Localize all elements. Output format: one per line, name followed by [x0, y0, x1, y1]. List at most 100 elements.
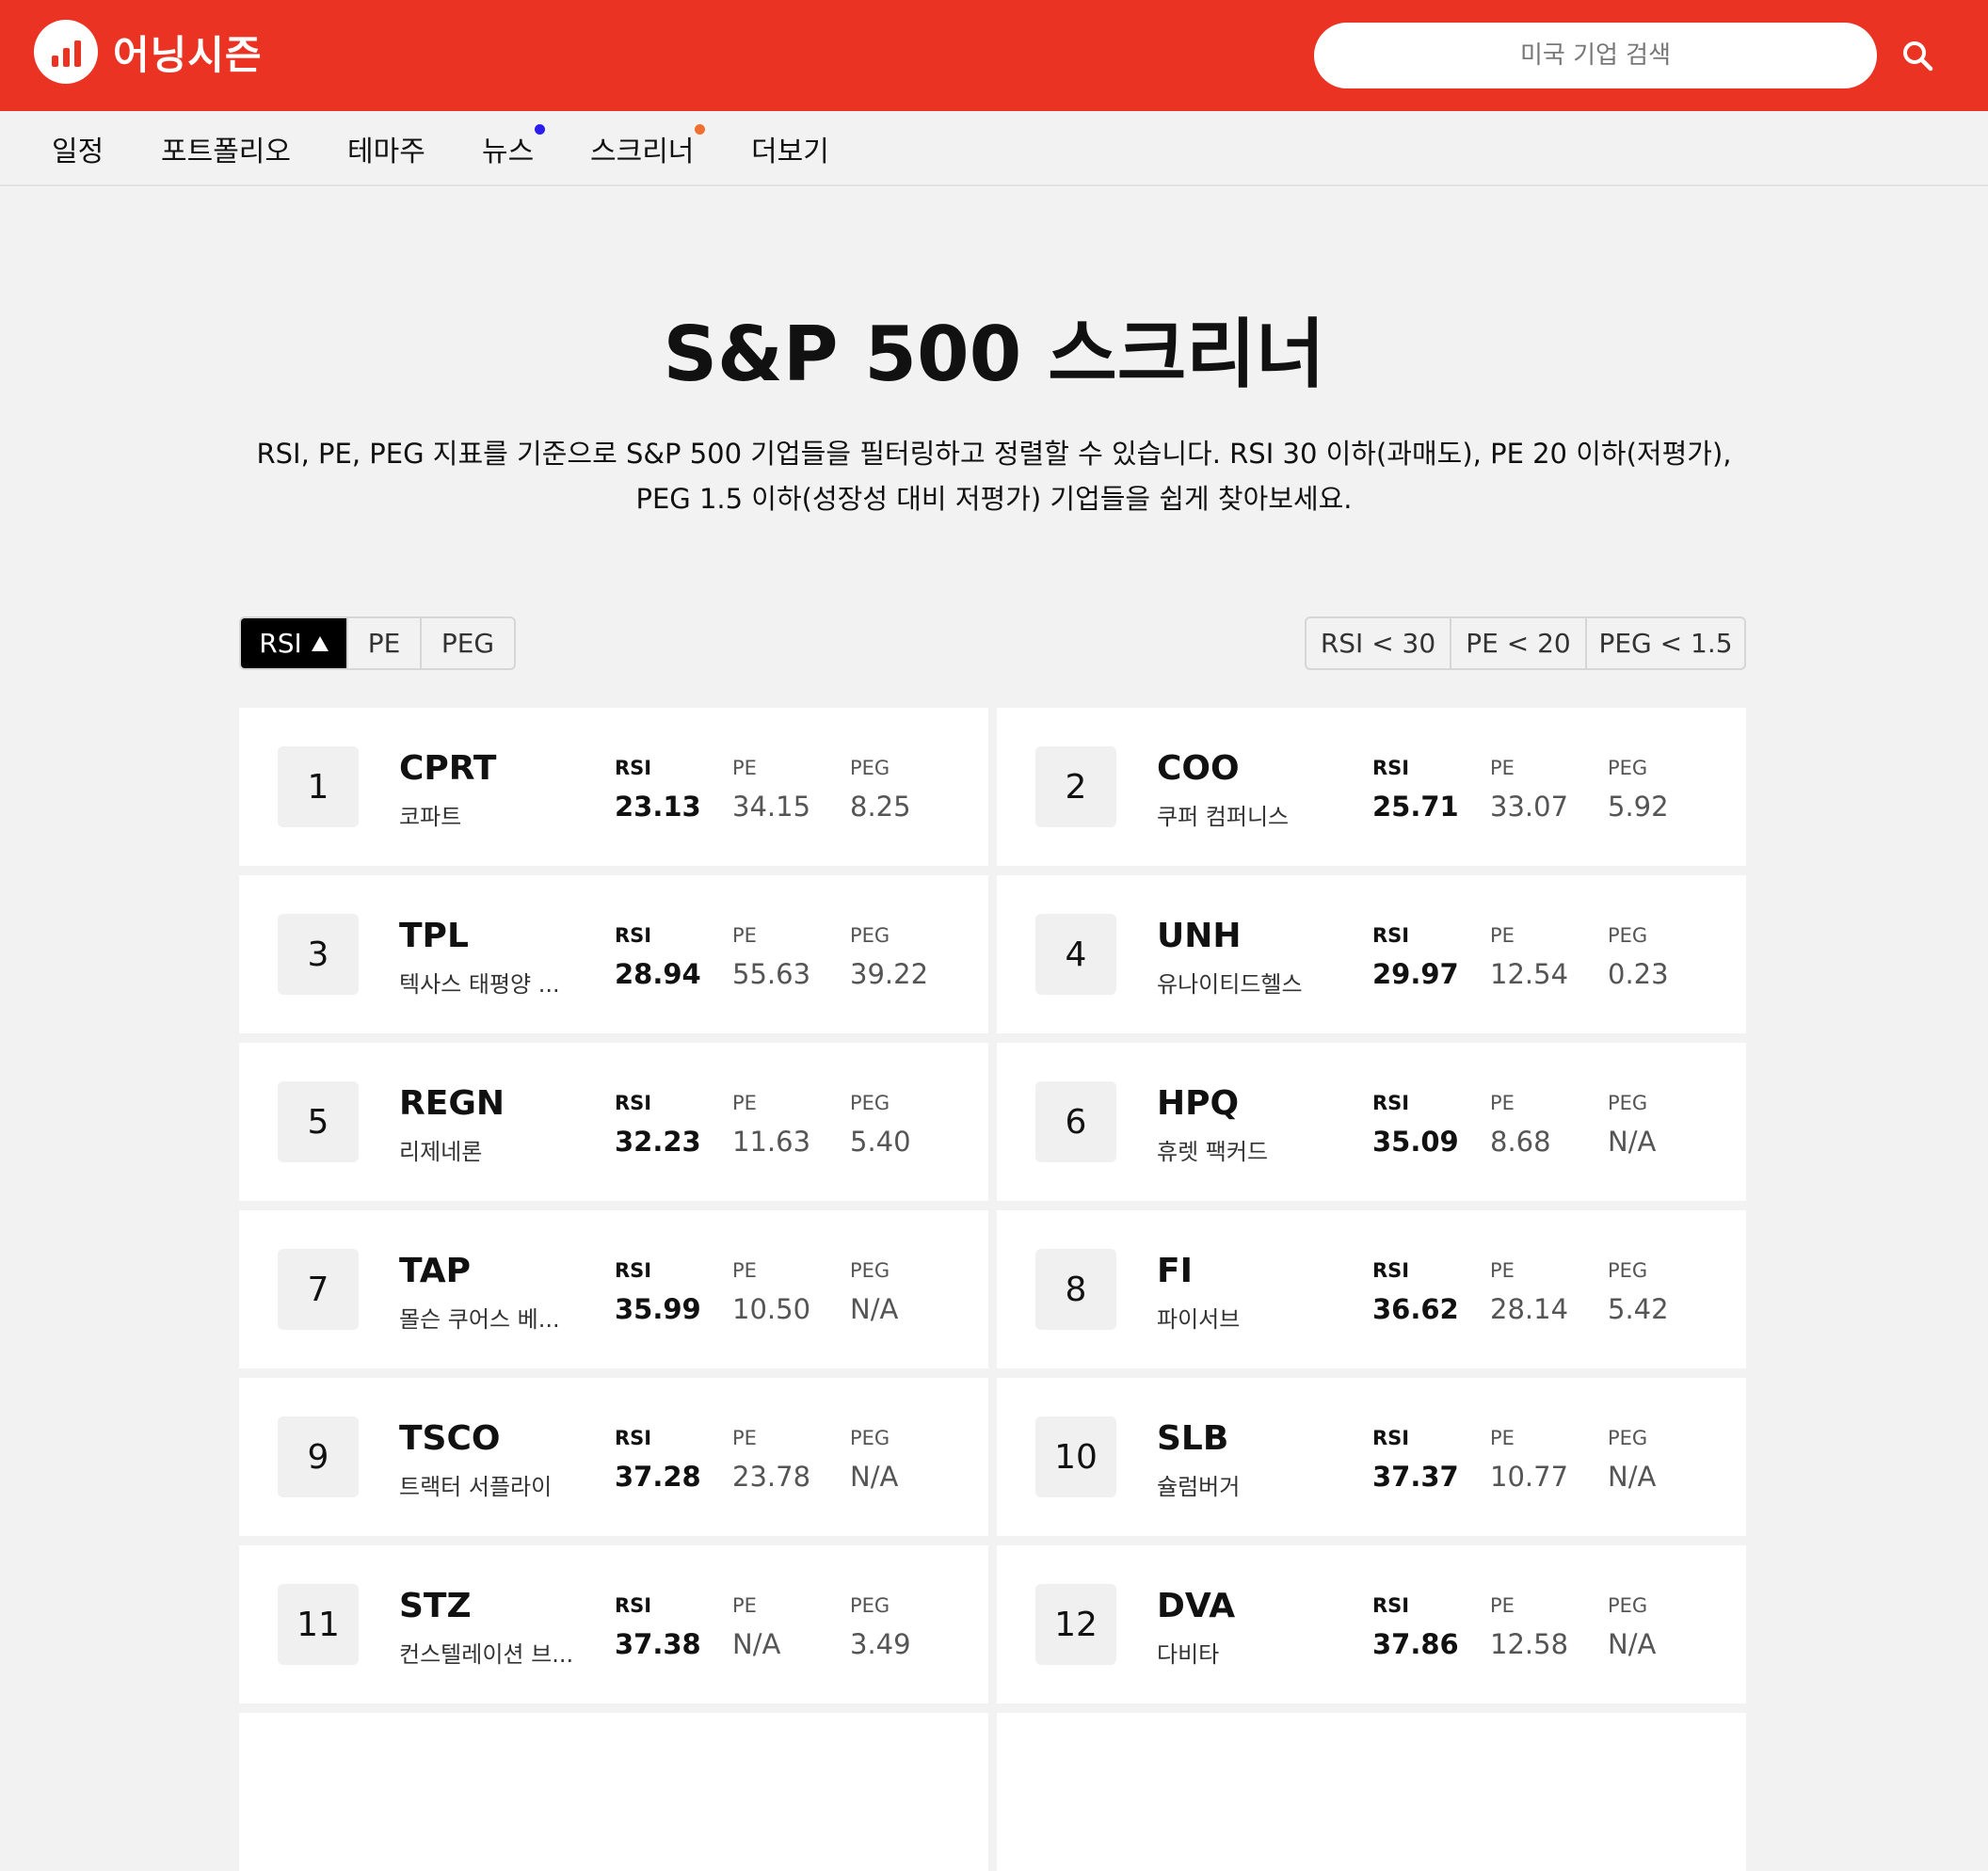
logo-chart-icon — [34, 20, 98, 84]
logo[interactable]: 어닝시즌 — [34, 19, 263, 85]
peg-label: PEG — [850, 1594, 890, 1617]
stock-ticker: UNH — [1157, 917, 1242, 955]
sort-pe-button[interactable]: PE — [348, 618, 422, 668]
header-bar: 어닝시즌 — [0, 0, 1988, 111]
rank-badge: 7 — [278, 1249, 359, 1330]
search-button[interactable] — [1896, 34, 1939, 77]
company-name: 텍사스 태평양 ... — [399, 971, 560, 998]
pe-label: PE — [1490, 1259, 1515, 1282]
stock-card[interactable]: 8 FI 파이서브 RSI 36.62 PE 28.14 PEG 5.42 — [997, 1210, 1746, 1368]
peg-label: PEG — [850, 1259, 890, 1282]
stock-card[interactable]: 2 COO 쿠퍼 컴퍼니스 RSI 25.71 PE 33.07 PEG 5.92 — [997, 708, 1746, 866]
stock-ticker: TAP — [399, 1252, 472, 1290]
stock-card[interactable]: 10 SLB 슐럼버거 RSI 37.37 PE 10.77 PEG N/A — [997, 1378, 1746, 1536]
sort-label: RSI — [259, 628, 302, 659]
main-nav: 일정 포트폴리오 테마주 뉴스 스크리너 더보기 — [0, 111, 1988, 186]
peg-label: PEG — [850, 757, 890, 779]
peg-value: N/A — [1608, 1461, 1657, 1493]
filter-peg-button[interactable]: PEG < 1.5 — [1587, 618, 1744, 668]
peg-label: PEG — [1608, 1427, 1648, 1449]
nav-item-news[interactable]: 뉴스 — [482, 124, 546, 169]
rsi-value: 37.28 — [615, 1461, 701, 1493]
sort-rsi-button[interactable]: RSI — [241, 618, 348, 668]
nav-item-more[interactable]: 더보기 — [751, 128, 829, 169]
rank-badge: 9 — [278, 1416, 359, 1497]
company-name: 유나이티드헬스 — [1157, 971, 1303, 998]
filter-control: RSI < 30 PE < 20 PEG < 1.5 — [1305, 616, 1746, 670]
peg-label: PEG — [1608, 1092, 1648, 1114]
stock-card[interactable]: 1 CPRT 코파트 RSI 23.13 PE 34.15 PEG 8.25 — [239, 708, 988, 866]
rsi-value: 35.09 — [1372, 1126, 1459, 1158]
pe-label: PE — [732, 1259, 757, 1282]
filter-pe-button[interactable]: PE < 20 — [1451, 618, 1587, 668]
stock-card[interactable]: 6 HPQ 휴렛 팩커드 RSI 35.09 PE 8.68 PEG N/A — [997, 1043, 1746, 1201]
filter-label: PEG < 1.5 — [1598, 628, 1733, 659]
rsi-value: 35.99 — [615, 1293, 701, 1325]
nav-item-theme[interactable]: 테마주 — [347, 128, 425, 169]
stock-card[interactable]: 12 DVA 다비타 RSI 37.86 PE 12.58 PEG N/A — [997, 1545, 1746, 1703]
stock-card[interactable]: 9 TSCO 트랙터 서플라이 RSI 37.28 PE 23.78 PEG N/A — [239, 1378, 988, 1536]
rank-badge: 1 — [278, 746, 359, 827]
pe-label: PE — [1490, 757, 1515, 779]
pe-label: PE — [732, 924, 757, 947]
peg-value: 3.49 — [850, 1628, 911, 1660]
pe-value: 23.78 — [732, 1461, 811, 1493]
peg-value: 0.23 — [1608, 958, 1669, 990]
filter-label: PE < 20 — [1466, 628, 1571, 659]
stock-ticker: DVA — [1157, 1587, 1236, 1625]
rsi-value: 37.37 — [1372, 1461, 1459, 1493]
sort-ascending-icon — [311, 635, 329, 651]
peg-value: N/A — [850, 1293, 899, 1325]
rank-badge: 12 — [1035, 1584, 1116, 1665]
rank-badge: 5 — [278, 1081, 359, 1162]
rsi-label: RSI — [1372, 1092, 1410, 1114]
stock-card-partial[interactable] — [997, 1713, 1746, 1871]
rank-badge: 8 — [1035, 1249, 1116, 1330]
rsi-value: 28.94 — [615, 958, 701, 990]
stock-ticker: SLB — [1157, 1419, 1229, 1458]
rank-badge: 3 — [278, 914, 359, 995]
company-name: 코파트 — [399, 804, 462, 830]
rsi-label: RSI — [615, 757, 652, 779]
pe-value: 10.77 — [1490, 1461, 1569, 1493]
filter-rsi-button[interactable]: RSI < 30 — [1307, 618, 1451, 668]
rsi-value: 25.71 — [1372, 791, 1459, 823]
nav-item-screener[interactable]: 스크리너 — [590, 124, 706, 169]
filter-label: RSI < 30 — [1320, 628, 1436, 659]
rsi-label: RSI — [1372, 1427, 1410, 1449]
nav-item-portfolio[interactable]: 포트폴리오 — [161, 128, 291, 169]
stock-ticker: FI — [1157, 1252, 1193, 1290]
stock-card[interactable]: 11 STZ 컨스텔레이션 브... RSI 37.38 PE N/A PEG 3.49 — [239, 1545, 988, 1703]
search-input[interactable] — [1314, 23, 1877, 88]
rank-badge: 4 — [1035, 914, 1116, 995]
stock-card-partial[interactable] — [239, 1713, 988, 1871]
stock-ticker: HPQ — [1157, 1084, 1240, 1123]
peg-label: PEG — [1608, 1259, 1648, 1282]
sort-label: PEG — [441, 628, 495, 659]
pe-value: 11.63 — [732, 1126, 811, 1158]
brand-name: 어닝시즌 — [113, 31, 263, 78]
nav-label: 더보기 — [751, 136, 829, 168]
pe-label: PE — [732, 1092, 757, 1114]
stock-card[interactable]: 5 REGN 리제네론 RSI 32.23 PE 11.63 PEG 5.40 — [239, 1043, 988, 1201]
stock-card[interactable]: 7 TAP 몰슨 쿠어스 베... RSI 35.99 PE 10.50 PEG N/A — [239, 1210, 988, 1368]
pe-value: 12.58 — [1490, 1628, 1569, 1660]
stock-card[interactable]: 3 TPL 텍사스 태평양 ... RSI 28.94 PE 55.63 PEG 39.22 — [239, 875, 988, 1033]
peg-value: N/A — [850, 1461, 899, 1493]
pe-value: 55.63 — [732, 958, 811, 990]
peg-value: 5.42 — [1608, 1293, 1669, 1325]
rsi-value: 36.62 — [1372, 1293, 1459, 1325]
company-name: 몰슨 쿠어스 베... — [399, 1306, 560, 1333]
stock-ticker: REGN — [399, 1084, 505, 1123]
company-name: 다비타 — [1157, 1641, 1220, 1668]
peg-value: 5.92 — [1608, 791, 1669, 823]
nav-label: 포트폴리오 — [161, 136, 291, 168]
company-name: 휴렛 팩커드 — [1157, 1139, 1269, 1165]
stock-card[interactable]: 4 UNH 유나이티드헬스 RSI 29.97 PE 12.54 PEG 0.23 — [997, 875, 1746, 1033]
sort-peg-button[interactable]: PEG — [422, 618, 514, 668]
nav-item-schedule[interactable]: 일정 — [52, 128, 104, 169]
pe-value: 10.50 — [732, 1293, 811, 1325]
pe-label: PE — [732, 757, 757, 779]
rsi-label: RSI — [615, 924, 652, 947]
peg-label: PEG — [1608, 924, 1648, 947]
